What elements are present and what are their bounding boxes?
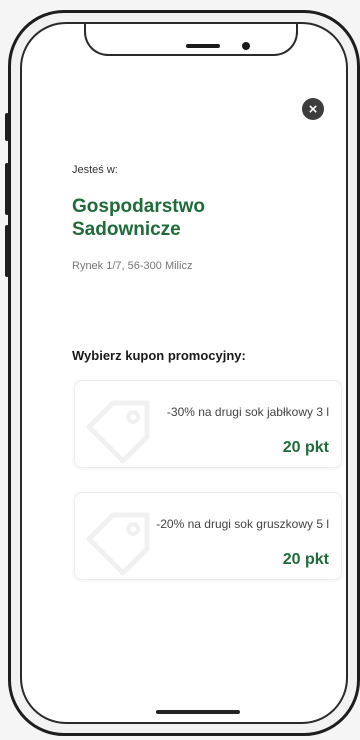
close-icon: ×	[308, 100, 318, 118]
home-indicator[interactable]	[156, 710, 240, 714]
phone-screen: × Jesteś w: Gospodarstwo Sadownicze Ryne…	[20, 22, 348, 724]
phone-notch	[84, 24, 298, 56]
close-button[interactable]: ×	[302, 98, 324, 120]
coupon-description: -30% na drugi sok jabłkowy 3 l	[166, 405, 329, 419]
camera	[242, 42, 250, 50]
tag-icon	[86, 400, 150, 464]
coupon-card[interactable]: -30% na drugi sok jabłkowy 3 l 20 pkt	[74, 380, 342, 468]
side-button-mute	[5, 113, 9, 141]
coupons-heading: Wybierz kupon promocyjny:	[72, 348, 246, 363]
side-button-volume-down	[5, 225, 9, 277]
speaker	[186, 44, 220, 48]
coupon-card[interactable]: -20% na drugi sok gruszkowy 5 l 20 pkt	[74, 492, 342, 580]
tag-icon	[86, 512, 150, 576]
side-button-volume-up	[5, 163, 9, 215]
location-name: Gospodarstwo Sadownicze	[72, 196, 206, 240]
location-label: Jesteś w:	[72, 164, 118, 176]
coupon-points: 20 pkt	[282, 551, 329, 568]
location-address: Rynek 1/7, 56-300 Milicz	[72, 260, 193, 272]
phone-frame: × Jesteś w: Gospodarstwo Sadownicze Ryne…	[5, 10, 360, 736]
coupon-points: 20 pkt	[282, 439, 329, 456]
coupon-description: -20% na drugi sok gruszkowy 5 l	[156, 517, 329, 531]
